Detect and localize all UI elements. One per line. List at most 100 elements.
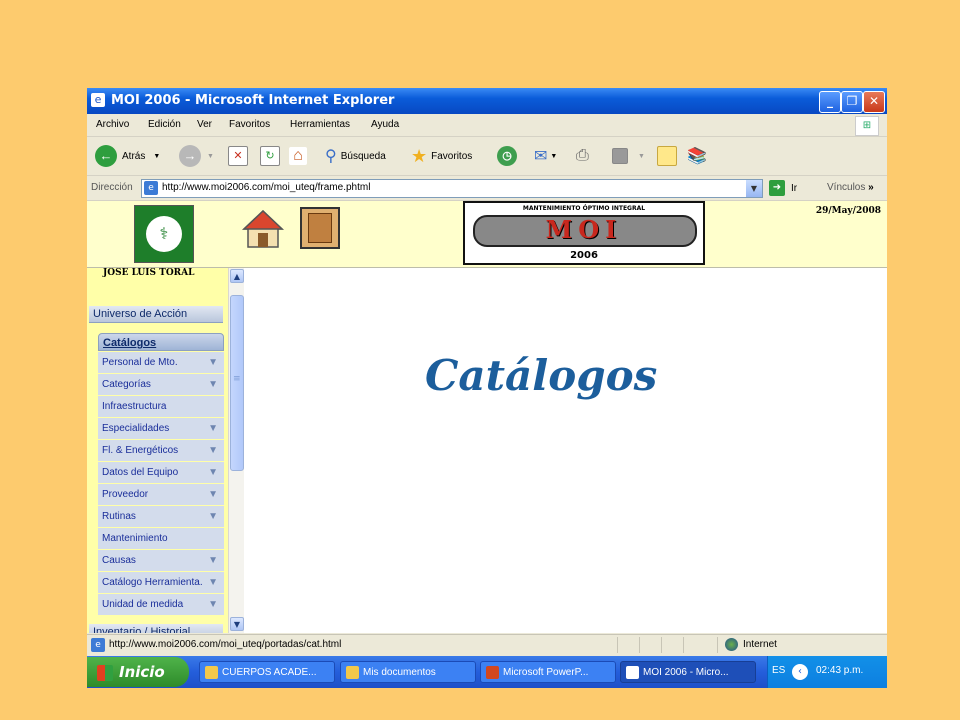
menu-ayuda[interactable]: Ayuda xyxy=(371,119,399,130)
forward-button[interactable]: → ▼ xyxy=(179,145,214,167)
expand-chevron-icon[interactable]: ▼ xyxy=(208,572,218,593)
catalog-item-label: Datos del Equipo xyxy=(102,467,179,478)
catalog-item[interactable]: Rutinas ▼ xyxy=(98,506,224,527)
discuss-button[interactable] xyxy=(657,145,677,167)
status-bar: e http://www.moi2006.com/moi_uteq/portad… xyxy=(87,634,887,655)
language-indicator[interactable]: ES xyxy=(772,665,785,676)
taskbar: Inicio CUERPOS ACADE... Mis documentos Mic… xyxy=(87,656,887,688)
menu-bar: Archivo Edición Ver Favoritos Herramient… xyxy=(87,114,887,137)
links-button[interactable]: Vínculos » xyxy=(827,182,874,193)
catalog-item-label: Infraestructura xyxy=(102,401,167,412)
sidebar: JOSE LUIS TORAL Universo de Acción Catál… xyxy=(87,268,244,633)
catalog-item[interactable]: Fl. & Energéticos ▼ xyxy=(98,440,224,461)
tray-expand-icon[interactable]: ‹ xyxy=(792,664,808,680)
catalog-item[interactable]: Especialidades ▼ xyxy=(98,418,224,439)
print-button[interactable]: ⎙ xyxy=(576,145,589,167)
home-button[interactable]: ⌂ xyxy=(289,145,307,167)
back-button[interactable]: ← Atrás ▼ xyxy=(95,145,160,167)
status-url: http://www.moi2006.com/moi_uteq/portadas… xyxy=(109,639,342,650)
catalog-item[interactable]: Mantenimiento xyxy=(98,528,224,549)
expand-chevron-icon[interactable]: ▼ xyxy=(208,484,218,505)
expand-chevron-icon[interactable]: ▼ xyxy=(208,506,218,527)
taskbar-button[interactable]: MOI 2006 - Micro... xyxy=(620,661,756,683)
taskbar-button[interactable]: Mis documentos xyxy=(340,661,476,683)
history-button[interactable]: ◷ xyxy=(497,145,517,167)
stop-icon: ✕ xyxy=(228,146,248,166)
system-tray: ES ‹ 02:43 p.m. xyxy=(767,656,887,688)
menu-edicion[interactable]: Edición xyxy=(148,119,181,130)
expand-chevron-icon[interactable]: ▼ xyxy=(208,550,218,571)
scroll-up-icon[interactable]: ▲ xyxy=(230,269,244,283)
note-icon xyxy=(657,146,677,166)
stop-button[interactable]: ✕ xyxy=(228,145,248,167)
menu-favoritos[interactable]: Favoritos xyxy=(229,119,270,130)
start-button[interactable]: Inicio xyxy=(87,657,189,687)
minimize-button[interactable]: _ xyxy=(819,91,841,113)
catalog-item[interactable]: Catálogo Herramienta. ▼ xyxy=(98,572,224,593)
window-title: MOI 2006 - Microsoft Internet Explorer xyxy=(111,93,395,108)
print-icon: ⎙ xyxy=(576,147,589,164)
menu-herramientas[interactable]: Herramientas xyxy=(290,119,350,130)
catalog-header[interactable]: Catálogos xyxy=(98,333,224,351)
moi-logo-name: MOI xyxy=(545,215,623,244)
ie-icon: e xyxy=(91,93,105,107)
back-dropdown-icon[interactable]: ▼ xyxy=(153,153,160,160)
catalog-item-label: Mantenimiento xyxy=(102,533,168,544)
mail-dropdown-icon[interactable]: ▼ xyxy=(550,153,557,160)
sidebar-scrollbar[interactable]: ▲ ▼ xyxy=(228,268,244,633)
expand-chevron-icon[interactable]: ▼ xyxy=(208,440,218,461)
catalog-item[interactable]: Causas ▼ xyxy=(98,550,224,571)
links-label: Vínculos xyxy=(827,182,866,193)
catalog-item-label: Categorías xyxy=(102,379,151,390)
address-url: http://www.moi2006.com/moi_uteq/frame.ph… xyxy=(162,182,371,193)
address-input[interactable]: e http://www.moi2006.com/moi_uteq/frame.… xyxy=(141,179,763,198)
section-universo-accion[interactable]: Universo de Acción xyxy=(89,306,223,323)
page-heading: Catálogos xyxy=(425,351,658,400)
forward-dropdown-icon[interactable]: ▼ xyxy=(207,153,214,160)
globe-icon xyxy=(725,638,738,651)
status-divider xyxy=(639,637,640,653)
search-label: Búsqueda xyxy=(340,150,386,162)
status-divider xyxy=(683,637,684,653)
expand-chevron-icon[interactable]: ▼ xyxy=(208,462,218,483)
research-button[interactable]: 📚 xyxy=(687,145,707,167)
search-button[interactable]: ⚲ Búsqueda xyxy=(325,145,386,167)
scroll-down-icon[interactable]: ▼ xyxy=(230,617,244,631)
edit-button[interactable]: ▼ xyxy=(612,145,645,167)
menu-archivo[interactable]: Archivo xyxy=(96,119,129,130)
favorites-button[interactable]: ★ Favoritos xyxy=(411,145,472,167)
maximize-button[interactable]: ❐ xyxy=(841,91,863,113)
home-link-icon[interactable] xyxy=(242,209,284,249)
scroll-thumb[interactable] xyxy=(230,295,244,471)
menu-ver[interactable]: Ver xyxy=(197,119,212,130)
catalog-item[interactable]: Categorías ▼ xyxy=(98,374,224,395)
taskbar-app-icon xyxy=(486,666,499,679)
exit-door-icon[interactable] xyxy=(300,207,340,249)
taskbar-button-label: MOI 2006 - Micro... xyxy=(643,667,729,678)
current-date: 29/May/2008 xyxy=(815,206,881,216)
taskbar-button[interactable]: CUERPOS ACADE... xyxy=(199,661,335,683)
taskbar-button-label: CUERPOS ACADE... xyxy=(222,667,317,678)
title-bar: e MOI 2006 - Microsoft Internet Explorer… xyxy=(87,88,887,114)
status-divider xyxy=(717,637,718,653)
catalog-item[interactable]: Proveedor ▼ xyxy=(98,484,224,505)
catalog-item[interactable]: Personal de Mto. ▼ xyxy=(98,352,224,373)
expand-chevron-icon[interactable]: ▼ xyxy=(208,418,218,439)
institution-logo[interactable]: ⚕ xyxy=(134,205,194,263)
catalog-item[interactable]: Unidad de medida ▼ xyxy=(98,594,224,615)
taskbar-button[interactable]: Microsoft PowerP... xyxy=(480,661,616,683)
catalog-item[interactable]: Datos del Equipo ▼ xyxy=(98,462,224,483)
expand-chevron-icon[interactable]: ▼ xyxy=(208,352,218,373)
mail-button[interactable]: ✉ ▼ xyxy=(534,145,557,167)
expand-chevron-icon[interactable]: ▼ xyxy=(208,594,218,615)
edit-dropdown-icon[interactable]: ▼ xyxy=(638,153,645,160)
forward-arrow-icon: → xyxy=(179,145,201,167)
address-dropdown-icon[interactable]: ▼ xyxy=(746,180,762,197)
taskbar-app-icon xyxy=(205,666,218,679)
refresh-button[interactable]: ↻ xyxy=(260,145,280,167)
go-button[interactable]: ➜ Ir xyxy=(769,180,797,196)
expand-chevron-icon[interactable]: ▼ xyxy=(208,374,218,395)
close-button[interactable]: ✕ xyxy=(863,91,885,113)
section-inventario-historial[interactable]: Inventario / Historial xyxy=(89,624,223,633)
catalog-item[interactable]: Infraestructura xyxy=(98,396,224,417)
